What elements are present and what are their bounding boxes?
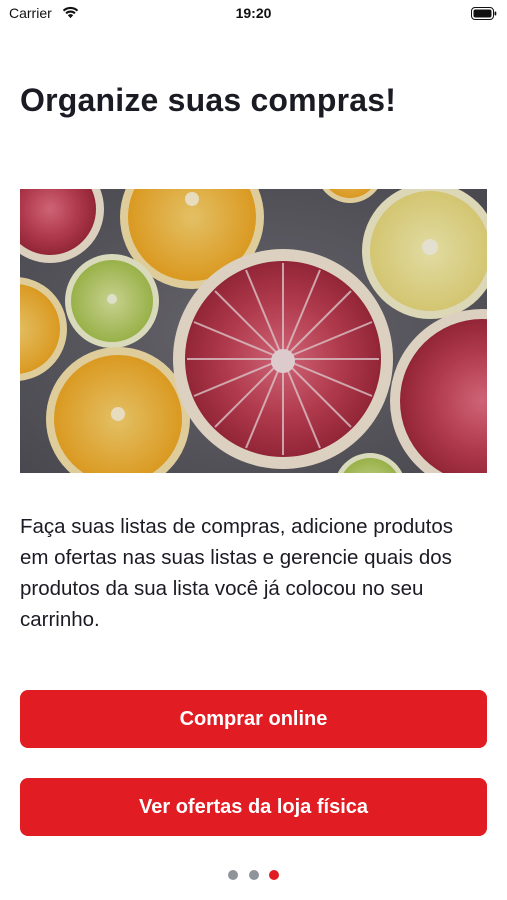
page-title: Organize suas compras! xyxy=(20,82,397,118)
onboarding-description: Faça suas listas de compras, adicione pr… xyxy=(20,515,454,631)
citrus-illustration xyxy=(20,189,487,473)
buy-online-button[interactable]: Comprar online xyxy=(20,690,487,748)
page-indicator xyxy=(0,870,507,882)
status-time: 19:20 xyxy=(235,5,272,21)
page-dot-2[interactable] xyxy=(248,870,259,880)
store-offers-button[interactable]: Ver ofertas da loja física xyxy=(20,778,487,836)
page-dot-1[interactable] xyxy=(228,870,239,880)
battery-icon xyxy=(471,7,497,20)
page-dot-3[interactable] xyxy=(268,870,279,880)
hero-image xyxy=(20,189,487,473)
status-bar: Carrier 19:20 xyxy=(0,0,507,30)
